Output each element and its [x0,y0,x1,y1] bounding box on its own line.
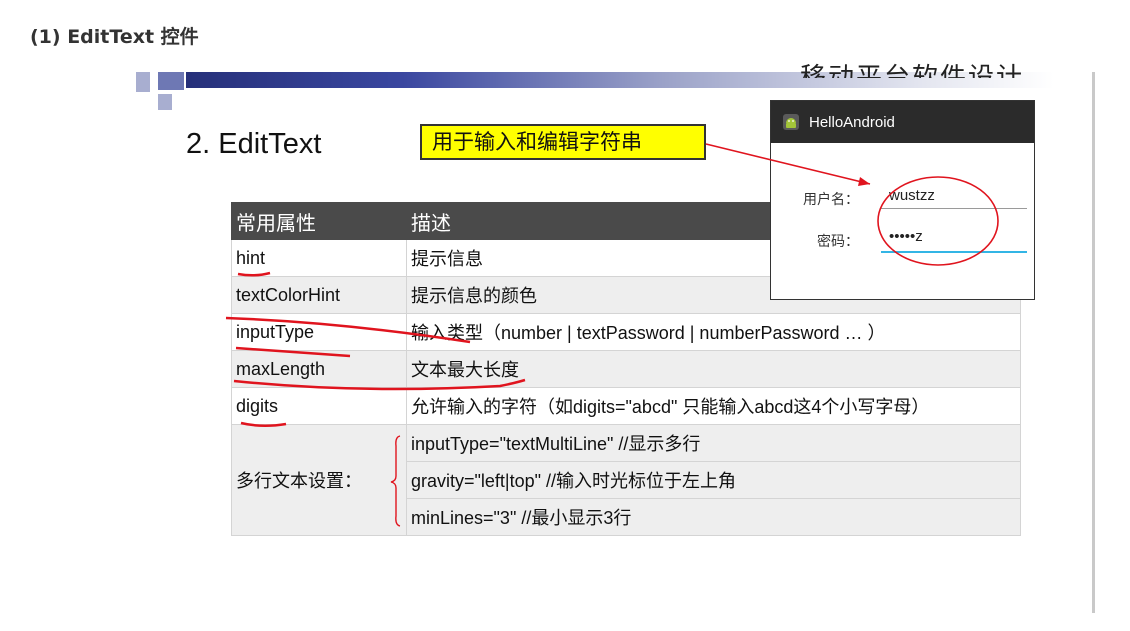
annotation-arrow [705,143,871,185]
annotation-overlay [225,143,999,527]
multiline-brace [390,435,401,527]
digits-underline [240,421,287,427]
inputtype-underline [235,346,351,358]
annotation-ellipse [877,176,999,266]
maxlength-underline [233,378,526,391]
hint-underline [237,271,271,277]
inputtype-strike [225,316,471,344]
arrow-head [858,177,870,186]
